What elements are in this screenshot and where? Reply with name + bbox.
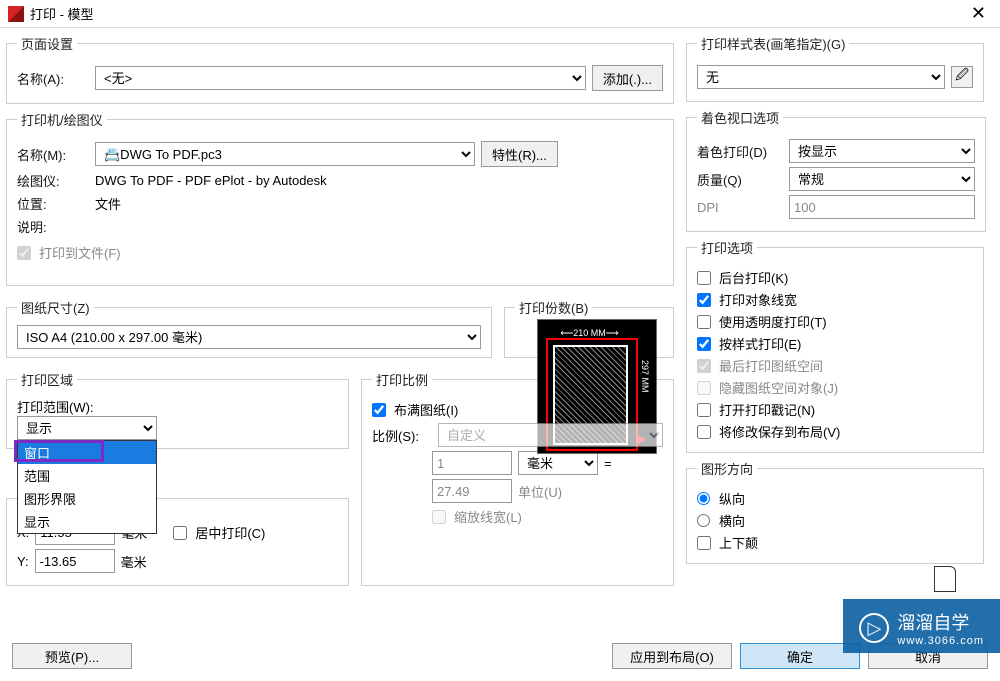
print-options-legend: 打印选项 [697, 238, 757, 257]
preview-button[interactable]: 预览(P)... [12, 643, 132, 669]
range-option-window[interactable]: 窗口 [18, 441, 156, 464]
print-to-file-check: 打印到文件(F) [17, 243, 121, 262]
plotter-label: 绘图仪: [17, 171, 89, 190]
shade-plot-label: 着色打印(D) [697, 142, 783, 161]
dpi-label: DPI [697, 200, 783, 215]
offset-y-input[interactable] [35, 549, 115, 573]
opt-save-layout[interactable]: 将修改保存到布局(V) [697, 422, 973, 441]
center-print-checkbox[interactable] [173, 526, 187, 540]
print-area-legend: 打印区域 [17, 370, 77, 389]
orient-landscape[interactable]: 横向 [697, 511, 973, 530]
orient-portrait[interactable]: 纵向 [697, 489, 973, 508]
orientation-preview-icon [934, 566, 956, 592]
print-options-group: 打印选项 后台打印(K) 打印对象线宽 使用透明度打印(T) 按样式打印(E) … [686, 238, 984, 453]
range-option-extents[interactable]: 范围 [18, 464, 156, 487]
center-print-check[interactable]: 居中打印(C) [173, 523, 265, 542]
copies-legend: 打印份数(B) [515, 298, 592, 317]
scale-num2-input [432, 479, 512, 503]
print-scale-legend: 打印比例 [372, 370, 432, 389]
scale-lineweights-check: 缩放线宽(L) [432, 507, 663, 526]
paper-size-select[interactable]: ISO A4 (210.00 x 297.00 毫米) [17, 325, 481, 349]
opt-paperspace-last: 最后打印图纸空间 [697, 356, 973, 375]
plot-style-group: 打印样式表(画笔指定)(G) 无 🖉 [686, 34, 984, 102]
orient-upsidedown[interactable]: 上下颠 [697, 533, 973, 552]
ok-button[interactable]: 确定 [740, 643, 860, 669]
close-icon[interactable]: ✕ [965, 3, 992, 24]
print-range-listbox[interactable]: 窗口 范围 图形界限 显示 [17, 440, 157, 534]
range-option-display[interactable]: 显示 [18, 510, 156, 533]
printer-group: 打印机/绘图仪 名称(M): 📇DWG To PDF.pc3 特性(R)... … [6, 110, 674, 286]
print-to-file-checkbox [17, 246, 31, 260]
orientation-legend: 图形方向 [697, 459, 757, 478]
page-setup-legend: 页面设置 [17, 34, 77, 53]
opt-stamp[interactable]: 打开打印戳记(N) [697, 400, 973, 419]
paper-size-group: 图纸尺寸(Z) ISO A4 (210.00 x 297.00 毫米) [6, 298, 492, 358]
shaded-viewport-group: 着色视口选项 着色打印(D) 按显示 质量(Q) 常规 DPI [686, 108, 986, 232]
scale-unit-select[interactable]: 毫米 [518, 451, 598, 475]
equals-label: = [604, 456, 612, 471]
scale-label: 比例(S): [372, 426, 432, 445]
opt-styles[interactable]: 按样式打印(E) [697, 334, 973, 353]
printer-name-label: 名称(M): [17, 145, 89, 164]
print-range-dropdown[interactable]: 显示 窗口 范围 图形界限 显示 [17, 416, 338, 440]
paper-size-legend: 图纸尺寸(Z) [17, 298, 94, 317]
scale-select: 自定义 [438, 423, 663, 447]
shade-plot-select[interactable]: 按显示 [789, 139, 975, 163]
opt-lineweights[interactable]: 打印对象线宽 [697, 290, 973, 309]
offset-y-label: Y: [17, 554, 29, 569]
plot-style-select[interactable]: 无 [697, 65, 945, 89]
play-icon: ▷ [859, 613, 889, 643]
opt-hide-paperspace: 隐藏图纸空间对象(J) [697, 378, 973, 397]
orientation-group: 图形方向 纵向 横向 上下颠 [686, 459, 984, 564]
preview-dim-top: ⟵210 MM⟶ [553, 328, 626, 339]
autocad-logo-icon [8, 6, 24, 22]
offset-y-unit: 毫米 [121, 552, 147, 571]
apply-layout-button[interactable]: 应用到布局(O) [612, 643, 732, 669]
unit-label: 单位(U) [518, 482, 562, 501]
plot-style-legend: 打印样式表(画笔指定)(G) [697, 34, 849, 53]
location-value: 文件 [95, 194, 121, 213]
shaded-viewport-legend: 着色视口选项 [697, 108, 783, 127]
location-label: 位置: [17, 194, 89, 213]
printer-name-select[interactable]: 📇DWG To PDF.pc3 [95, 142, 475, 166]
plotter-value: DWG To PDF - PDF ePlot - by Autodesk [95, 173, 327, 188]
window-title: 打印 - 模型 [30, 4, 965, 23]
description-label: 说明: [17, 217, 89, 236]
page-setup-name-select[interactable]: <无> [95, 66, 586, 90]
print-range-label: 打印范围(W): [17, 397, 338, 416]
print-area-group: 打印区域 打印范围(W): 显示 窗口 范围 图形界限 显示 [6, 370, 349, 449]
page-setup-name-label: 名称(A): [17, 69, 89, 88]
printer-properties-button[interactable]: 特性(R)... [481, 141, 558, 167]
scale-num1-input [432, 451, 512, 475]
scale-lineweights-checkbox [432, 510, 446, 524]
fit-to-paper-checkbox[interactable] [372, 403, 386, 417]
quality-select[interactable]: 常规 [789, 167, 975, 191]
watermark: ▷ 溜溜自学www.3066.com [843, 599, 1000, 653]
opt-background[interactable]: 后台打印(K) [697, 268, 973, 287]
printer-legend: 打印机/绘图仪 [17, 110, 107, 129]
plot-style-edit-button[interactable]: 🖉 [951, 66, 973, 88]
range-option-limits[interactable]: 图形界限 [18, 487, 156, 510]
dpi-input [789, 195, 975, 219]
add-page-setup-button[interactable]: 添加(.)... [592, 65, 663, 91]
quality-label: 质量(Q) [697, 170, 783, 189]
preview-dim-right: 297 MM [640, 360, 650, 393]
opt-transparency[interactable]: 使用透明度打印(T) [697, 312, 973, 331]
page-setup-group: 页面设置 名称(A): <无> 添加(.)... [6, 34, 674, 104]
